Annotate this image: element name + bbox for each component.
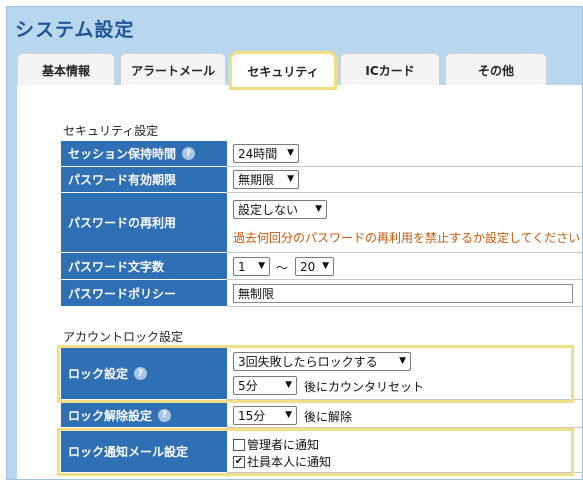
- lock-notify-row: ロック通知メール設定 管理者に通知 ✔ 社員本人に通知: [61, 431, 582, 473]
- chevron-down-icon: ▼: [285, 410, 292, 420]
- password-length-row: パスワード文字数 1 ▼ ～ 20 ▼: [61, 253, 582, 280]
- range-separator: ～: [276, 261, 289, 275]
- password-length-label: パスワード文字数: [61, 253, 227, 280]
- unlock-suffix: 後に解除: [304, 410, 353, 424]
- lock-notify-label: ロック通知メール設定: [61, 431, 227, 473]
- unlock-time-select[interactable]: 15分 ▼: [233, 406, 297, 425]
- chevron-down-icon: ▼: [287, 148, 294, 158]
- notify-employee-option[interactable]: ✔ 社員本人に通知: [233, 453, 331, 470]
- chevron-down-icon: ▼: [258, 261, 265, 271]
- help-icon[interactable]: ?: [158, 408, 172, 422]
- tab-security[interactable]: セキュリティ: [229, 51, 337, 90]
- session-timeout-row: セッション保持時間 ? 24時間 ▼: [61, 141, 582, 167]
- unlock-setting-row: ロック解除設定 ? 15分 ▼ 後に解除: [61, 403, 582, 428]
- help-icon[interactable]: ?: [182, 147, 196, 160]
- notify-employee-checkbox[interactable]: ✔: [233, 455, 245, 468]
- notify-admin-option[interactable]: 管理者に通知: [233, 436, 319, 453]
- password-expiry-select[interactable]: 無期限 ▼: [233, 170, 299, 189]
- help-icon[interactable]: ?: [134, 367, 148, 380]
- chevron-down-icon: ▼: [315, 204, 322, 214]
- unlock-setting-label: ロック解除設定 ?: [61, 403, 227, 428]
- security-panel: セキュリティ設定 セッション保持時間 ? 24時間 ▼ パスワード有効期限 無期…: [17, 85, 582, 479]
- password-max-select[interactable]: 20 ▼: [295, 257, 334, 276]
- settings-window: システム設定 基本情報 アラートメール セキュリティ ICカード その他 セキュ…: [6, 6, 583, 480]
- lock-setting-row: ロック設定 ? 3回失敗したらロックする ▼ 5分 ▼ 後にカウンタリセット: [61, 348, 582, 400]
- password-reuse-select[interactable]: 設定しない ▼: [233, 200, 327, 219]
- lock-reset-select[interactable]: 5分 ▼: [233, 376, 297, 395]
- password-policy-row: パスワードポリシー 無制限: [61, 280, 582, 307]
- password-reuse-note: 過去何回分のパスワードの再利用を禁止するか設定してください: [233, 231, 581, 245]
- password-reuse-row: パスワードの再利用 設定しない ▼ 過去何回分のパスワードの再利用を禁止するか設…: [61, 193, 582, 253]
- chevron-down-icon: ▼: [399, 356, 406, 366]
- lock-reset-suffix: 後にカウンタリセット: [304, 380, 425, 394]
- password-policy-label: パスワードポリシー: [61, 280, 227, 307]
- tab-other[interactable]: その他: [445, 53, 547, 86]
- notify-admin-checkbox[interactable]: [233, 438, 245, 451]
- tab-basic-info[interactable]: 基本情報: [17, 53, 115, 86]
- chevron-down-icon: ▼: [285, 380, 292, 390]
- lock-rule-select[interactable]: 3回失敗したらロックする ▼: [233, 352, 411, 371]
- page-title: システム設定: [15, 19, 135, 41]
- lock-setting-label: ロック設定 ?: [61, 348, 227, 400]
- password-reuse-label: パスワードの再利用: [61, 193, 227, 253]
- session-timeout-label: セッション保持時間 ?: [61, 141, 227, 167]
- password-min-select[interactable]: 1 ▼: [233, 257, 270, 276]
- session-timeout-select[interactable]: 24時間 ▼: [233, 144, 299, 163]
- account-lock-section-label: アカウントロック設定: [63, 330, 184, 344]
- password-policy-value: 無制限: [233, 284, 573, 303]
- security-section-label: セキュリティ設定: [63, 124, 159, 138]
- chevron-down-icon: ▼: [322, 261, 329, 271]
- password-expiry-label: パスワード有効期限: [61, 167, 227, 193]
- password-expiry-row: パスワード有効期限 無期限 ▼: [61, 167, 582, 193]
- chevron-down-icon: ▼: [287, 174, 294, 184]
- tab-ic-card[interactable]: ICカード: [340, 53, 440, 86]
- tab-alert-mail[interactable]: アラートメール: [120, 53, 226, 86]
